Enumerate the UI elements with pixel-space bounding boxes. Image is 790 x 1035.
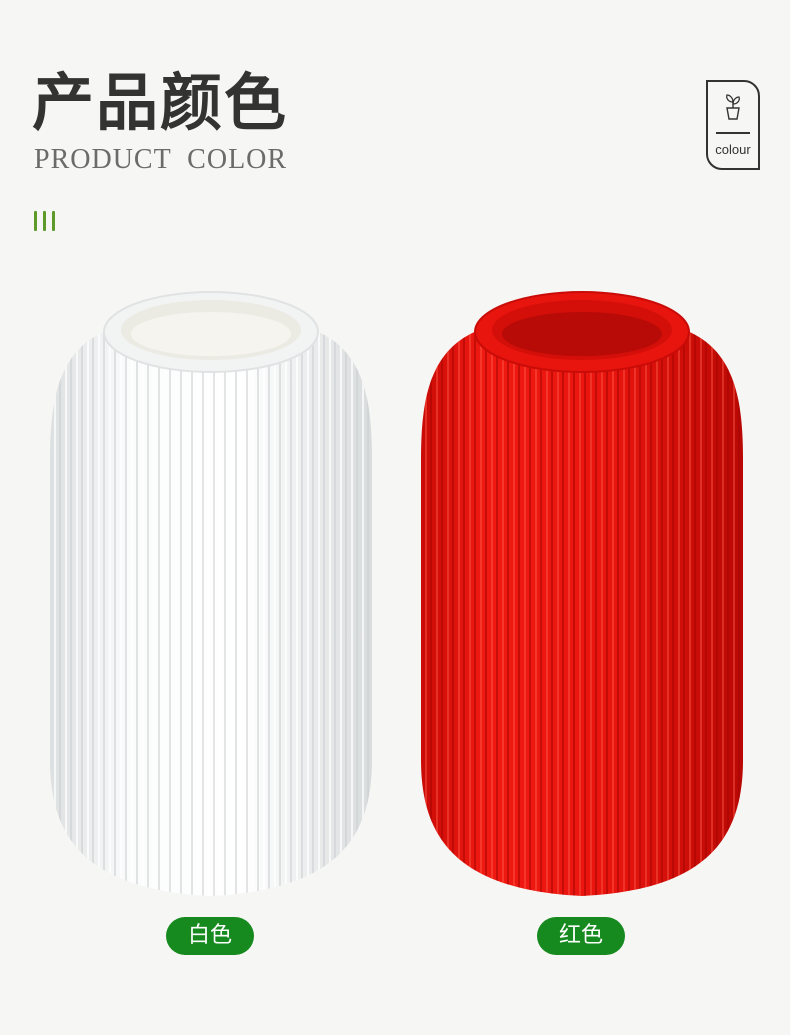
page-title-en: PRODUCT COLOR	[34, 144, 288, 175]
accent-bar	[43, 211, 46, 231]
accent-bar	[52, 211, 55, 231]
color-label-white: 白色	[166, 917, 254, 955]
badge-divider	[716, 132, 750, 134]
accent-bar	[34, 211, 37, 231]
page-title-cn: 产品颜色	[32, 66, 289, 139]
red-vase-image	[421, 291, 743, 896]
potted-plant-icon	[726, 94, 740, 120]
color-label-red: 红色	[537, 917, 625, 955]
colour-badge: colour	[706, 80, 760, 170]
badge-label: colour	[715, 142, 751, 157]
accent-bars	[34, 211, 55, 231]
white-vase-image	[50, 291, 372, 896]
